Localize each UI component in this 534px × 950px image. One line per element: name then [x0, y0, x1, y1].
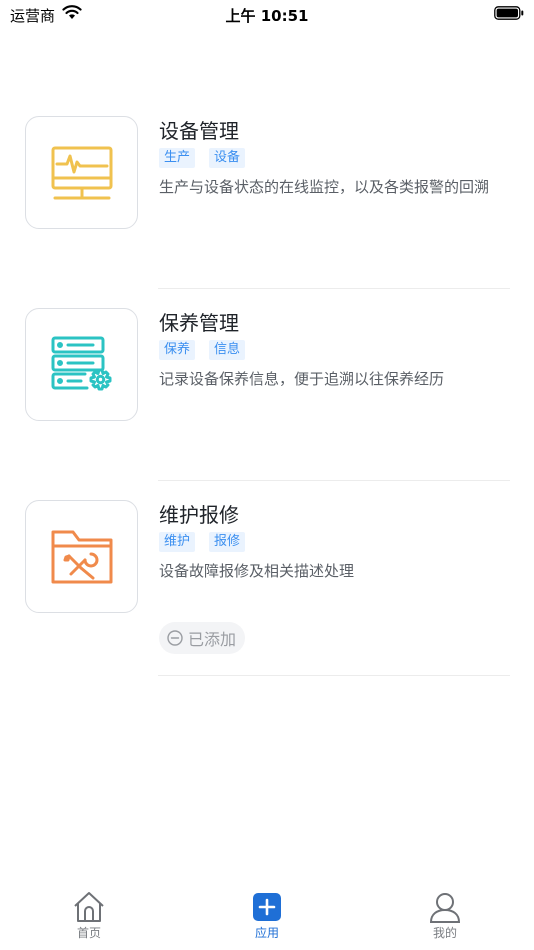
app-card-device-management[interactable]: 设备管理 生产 设备 生产与设备状态的在线监控，以及各类报警的回溯: [0, 0, 534, 229]
app-card-maintenance-management[interactable]: 保养管理 保养 信息 记录设备保养信息，便于追溯以往保养经历: [0, 180, 534, 421]
tag: 信息: [209, 340, 246, 360]
app-tags: 保养 信息: [159, 340, 246, 360]
tab-label: 我的: [432, 926, 457, 940]
tab-me[interactable]: 我的: [385, 888, 505, 950]
added-label: 已添加: [188, 630, 237, 649]
user-icon: [429, 893, 461, 923]
tab-label: 应用: [254, 926, 279, 940]
tag: 维护: [159, 532, 196, 552]
app-tags: 生产 设备: [159, 148, 246, 168]
plus-square-icon: [253, 893, 281, 921]
app-title: 保养管理: [159, 311, 239, 335]
divider: [158, 675, 510, 676]
tab-home[interactable]: 首页: [29, 888, 149, 950]
app-description: 设备故障报修及相关描述处理: [159, 562, 355, 580]
app-icon-box[interactable]: [25, 500, 138, 613]
home-icon: [74, 892, 104, 922]
added-button[interactable]: 已添加: [159, 622, 246, 654]
app-title: 设备管理: [159, 119, 239, 143]
tag: 设备: [209, 148, 246, 168]
tag: 报修: [209, 532, 246, 552]
tag: 保养: [159, 340, 196, 360]
app-card-repair[interactable]: 维护报修 维护 报修 设备故障报修及相关描述处理 已添加: [0, 372, 534, 654]
app-tags: 维护 报修: [159, 532, 246, 552]
tab-apps[interactable]: 应用: [207, 888, 327, 950]
tab-label: 首页: [76, 926, 101, 940]
folder-tools-icon: [51, 530, 112, 583]
app-title: 维护报修: [159, 503, 239, 527]
tab-bar: 首页 应用 我的: [0, 888, 534, 950]
minus-circle-icon: [167, 630, 183, 646]
tag: 生产: [159, 148, 196, 168]
